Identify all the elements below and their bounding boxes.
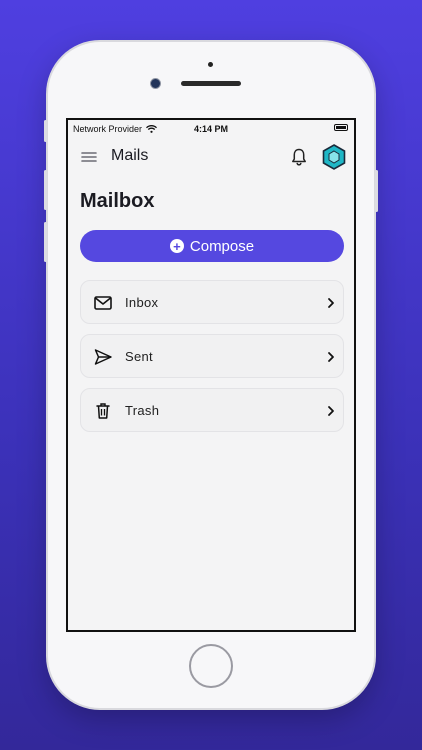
earpiece-speaker [181, 81, 241, 86]
hexagon-logo-icon[interactable] [322, 144, 346, 170]
folder-label: Trash [125, 402, 160, 418]
folder-item-sent[interactable]: Sent [80, 334, 344, 378]
folder-list: Inbox Sent Trash [80, 280, 344, 442]
status-bar: Network Provider 4:14 PM [68, 120, 354, 138]
home-button[interactable] [189, 644, 233, 688]
battery-fill [336, 126, 346, 129]
status-time: 4:14 PM [193, 124, 228, 134]
bell-icon[interactable] [290, 147, 308, 167]
folder-item-trash[interactable]: Trash [80, 388, 344, 432]
volume-up-button [44, 170, 47, 210]
paper-plane-icon [94, 349, 112, 365]
envelope-icon [94, 296, 112, 310]
page-title: Mailbox [80, 190, 155, 212]
volume-down-button [44, 222, 47, 262]
trash-icon [96, 403, 110, 419]
compose-label: Compose [189, 237, 255, 255]
folder-item-inbox[interactable]: Inbox [80, 280, 344, 324]
chevron-right-icon [328, 298, 334, 308]
hamburger-menu-icon[interactable] [80, 148, 98, 166]
folder-label: Inbox [125, 294, 159, 310]
app-title: Mails [111, 147, 149, 164]
plus-circle-icon: + [169, 239, 184, 253]
folder-label: Sent [125, 348, 153, 364]
power-button [375, 170, 378, 212]
battery-icon [334, 124, 348, 131]
chevron-right-icon [328, 406, 334, 416]
compose-button[interactable]: + Compose [80, 230, 344, 262]
proximity-sensor [208, 62, 213, 67]
mute-switch [44, 120, 47, 142]
front-camera [150, 78, 161, 89]
app-screen: Network Provider 4:14 PM Mails Mailbox +… [66, 118, 356, 632]
app-bar: Mails [68, 142, 354, 172]
chevron-right-icon [328, 352, 334, 362]
